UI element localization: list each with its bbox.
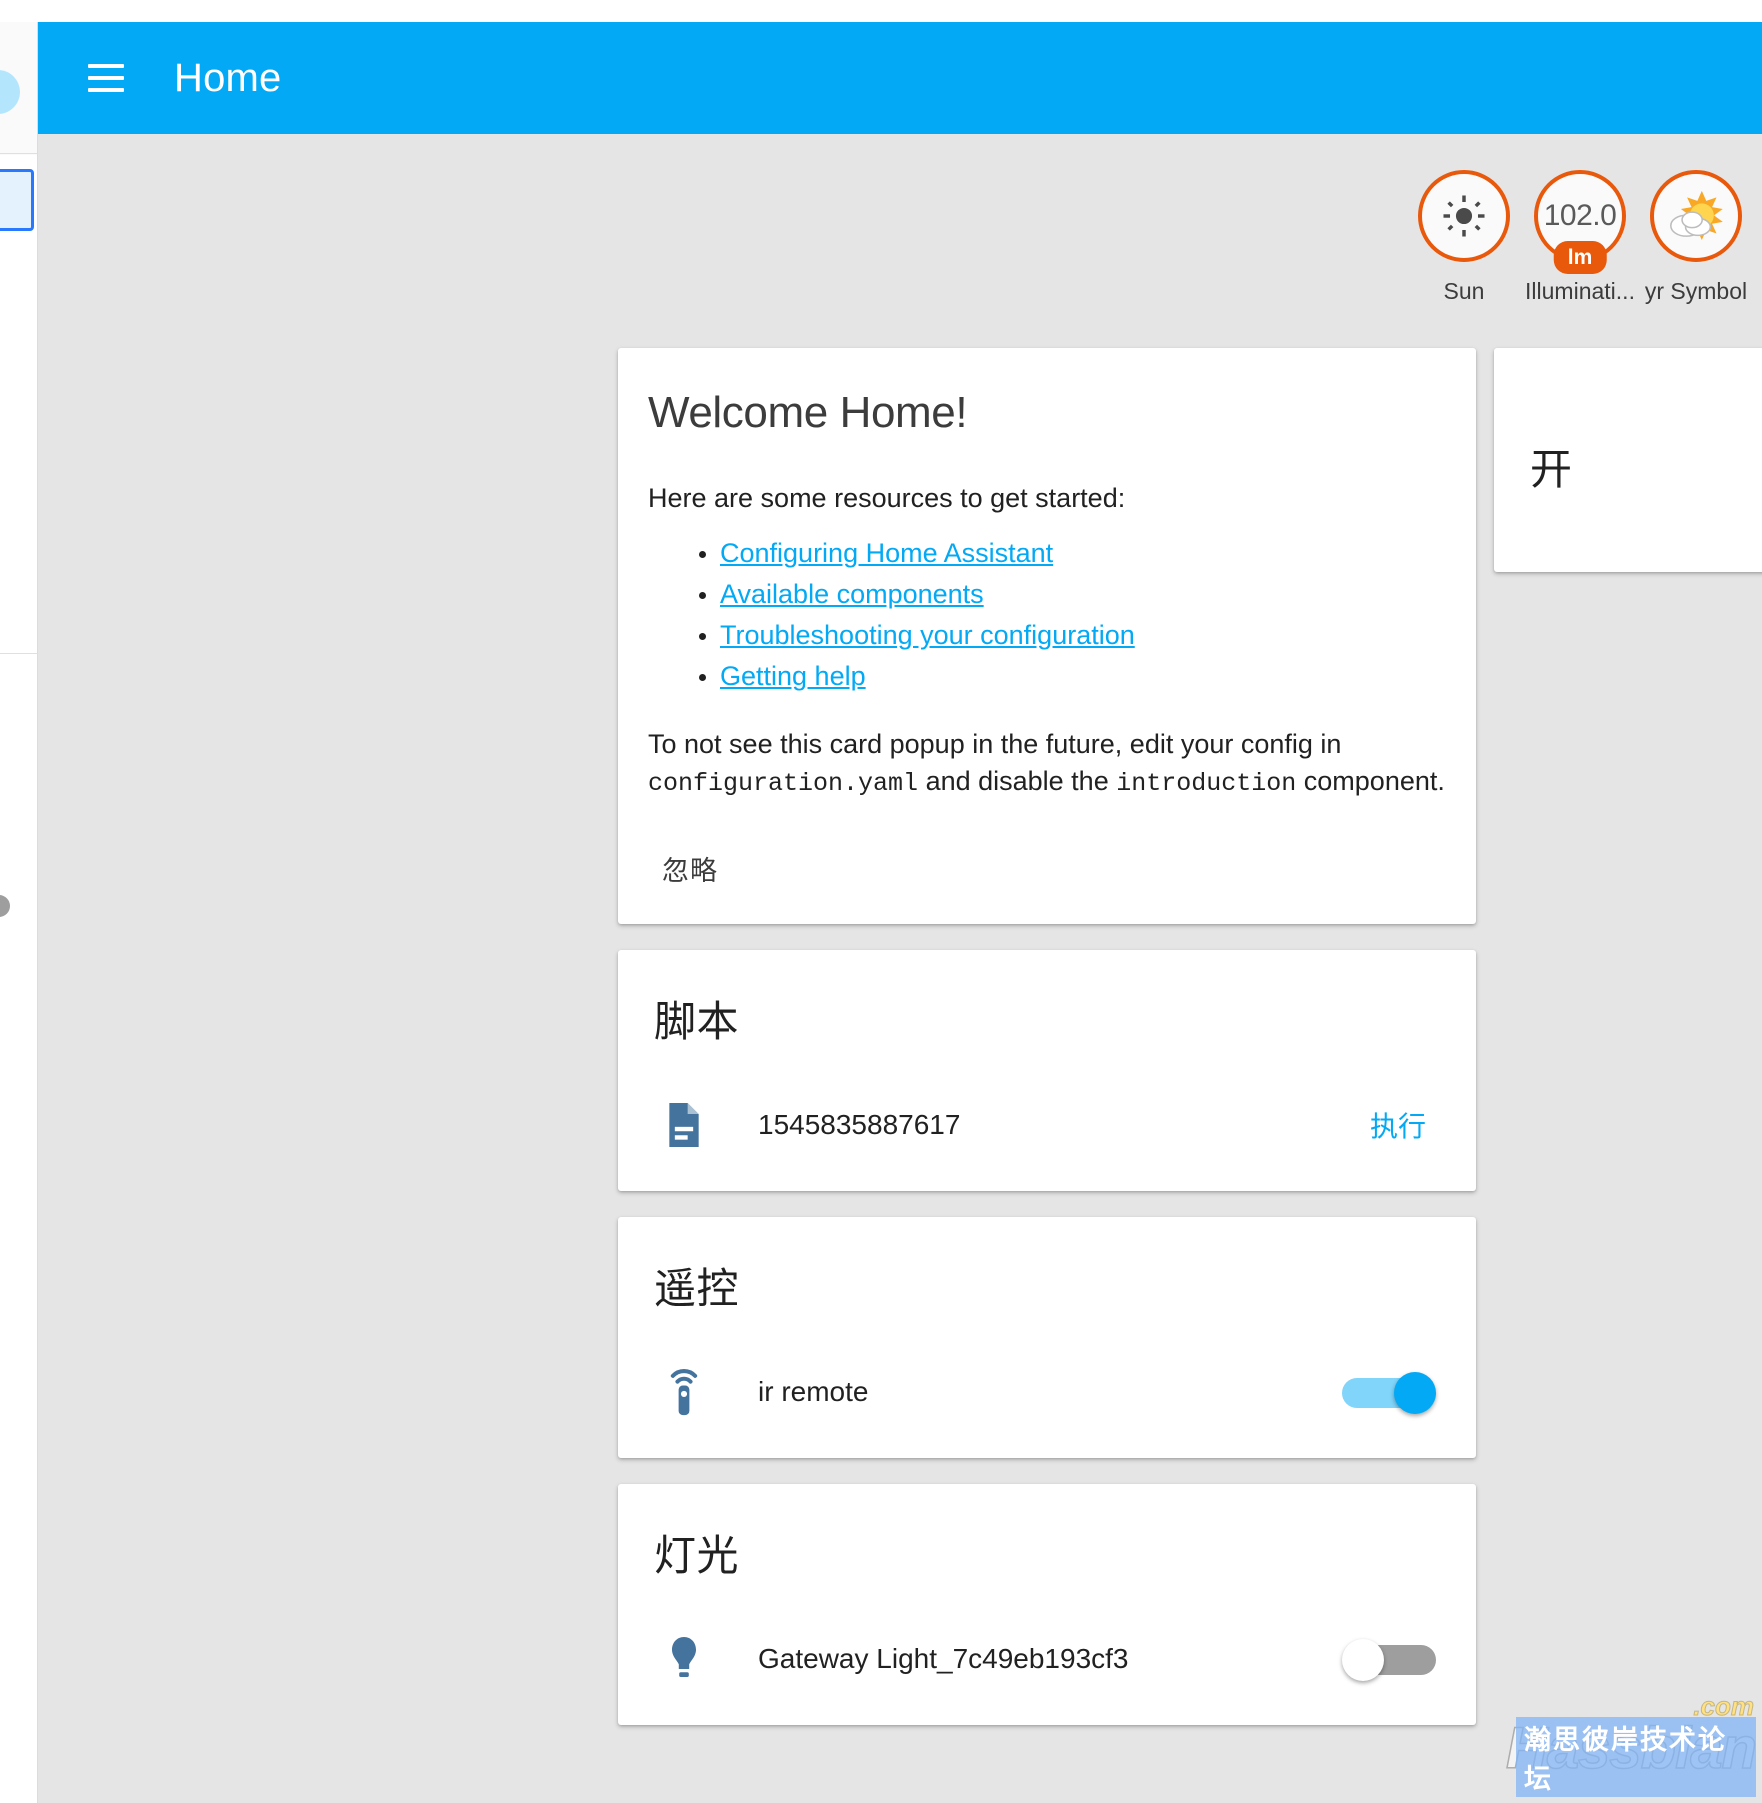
resources-list: Configuring Home Assistant Available com… <box>648 538 1446 692</box>
footer-text-2: and disable the <box>925 765 1109 796</box>
app-screen: Home Sun 102.0 lm Illuminati... yr Symbo… <box>0 0 1762 1803</box>
remote-card: 遥控 ir remote <box>618 1216 1476 1458</box>
badge-label: yr Symbol <box>1644 278 1748 304</box>
site-watermark: .com Hassbian 瀚思彼岸技术论坛 <box>1505 1685 1758 1797</box>
sun-behind-cloud-icon <box>1670 190 1723 241</box>
badge-label: Illuminati... <box>1525 278 1635 304</box>
entity-name: ir remote <box>758 1375 869 1407</box>
toggle-knob <box>1342 1638 1384 1681</box>
welcome-title: Welcome Home! <box>648 388 968 437</box>
badge-yr-symbol[interactable]: yr Symbol <box>1638 170 1754 305</box>
entity-name: Gateway Light_7c49eb193cf3 <box>758 1642 1129 1674</box>
cards-column: Welcome Home! Here are some resources to… <box>618 348 1476 1751</box>
script-file-icon <box>656 1097 712 1153</box>
sidebar-item-bottom-icon[interactable] <box>0 895 10 917</box>
link-troubleshooting[interactable]: Troubleshooting your configuration <box>720 620 1135 650</box>
card-header-lights: 灯光 <box>654 1531 740 1579</box>
footer-text-3: component. <box>1303 765 1445 796</box>
sidebar-divider <box>0 653 37 654</box>
badge-circle <box>1650 170 1742 262</box>
list-item: Getting help <box>720 661 1446 692</box>
page-title: Home <box>174 55 282 100</box>
badge-circle <box>1418 170 1510 262</box>
entity-row-remote: ir remote <box>652 1360 1442 1424</box>
badge-sun[interactable]: Sun <box>1406 170 1522 305</box>
entity-row-light: Gateway Light_7c49eb193cf3 <box>652 1627 1442 1691</box>
badge-circle: 102.0 lm <box>1534 170 1626 274</box>
badges-row: Sun 102.0 lm Illuminati... yr Symbol <box>1406 170 1754 305</box>
side-card-switches: 开 <box>1494 348 1762 572</box>
sidebar-nav <box>0 155 37 1803</box>
remote-toggle[interactable] <box>1342 1371 1438 1414</box>
app-bar: Home <box>38 22 1762 134</box>
badge-unit: lm <box>1553 240 1607 274</box>
watermark-main: Hassbian <box>1505 1715 1757 1782</box>
card-header: 开 <box>1530 446 1573 493</box>
badge-illuminance[interactable]: 102.0 lm Illuminati... <box>1522 170 1638 305</box>
welcome-actions: 忽略 <box>648 823 1446 906</box>
avatar[interactable] <box>0 70 20 114</box>
toggle-knob <box>1394 1371 1436 1414</box>
badge-value: 102.0 <box>1543 199 1617 232</box>
hamburger-menu-icon[interactable] <box>78 50 134 106</box>
badge-label: Sun <box>1443 278 1485 304</box>
lights-card: 灯光 Gateway Light_7c49eb193cf3 <box>618 1483 1476 1725</box>
card-header-scripts: 脚本 <box>654 997 740 1045</box>
sidebar-header <box>0 22 37 154</box>
sidebar-item-selected[interactable] <box>0 169 34 231</box>
entity-row-script: 1545835887617 执行 <box>652 1093 1442 1157</box>
remote-control-icon <box>656 1364 712 1420</box>
link-getting-help[interactable]: Getting help <box>720 661 866 691</box>
dismiss-button[interactable]: 忽略 <box>652 841 728 896</box>
welcome-intro: Here are some resources to get started: <box>648 483 1126 513</box>
execute-script-button[interactable]: 执行 <box>1358 1097 1438 1153</box>
list-item: Available components <box>720 579 1446 610</box>
main-content: Sun 102.0 lm Illuminati... yr Symbol 开 W… <box>38 134 1762 1803</box>
sidebar <box>0 22 38 1803</box>
watermark-subtitle: 瀚思彼岸技术论坛 <box>1516 1717 1756 1797</box>
watermark-tld: .com <box>1693 1691 1755 1722</box>
card-header-remote: 遥控 <box>654 1264 740 1312</box>
welcome-footer: To not see this card popup in the future… <box>648 726 1446 800</box>
lightbulb-icon <box>656 1631 712 1687</box>
sun-icon <box>1443 195 1485 237</box>
list-item: Troubleshooting your configuration <box>720 620 1446 651</box>
footer-code-introduction: introduction <box>1116 768 1297 798</box>
light-toggle[interactable] <box>1342 1638 1438 1681</box>
welcome-card: Welcome Home! Here are some resources to… <box>618 348 1476 924</box>
footer-text-1: To not see this card popup in the future… <box>648 729 1342 760</box>
link-components[interactable]: Available components <box>720 579 984 609</box>
scripts-card: 脚本 1545835887617 执行 <box>618 949 1476 1191</box>
entity-name: 1545835887617 <box>758 1108 961 1140</box>
footer-code-config: configuration.yaml <box>648 768 919 798</box>
list-item: Configuring Home Assistant <box>720 538 1446 569</box>
link-configuring[interactable]: Configuring Home Assistant <box>720 538 1053 568</box>
